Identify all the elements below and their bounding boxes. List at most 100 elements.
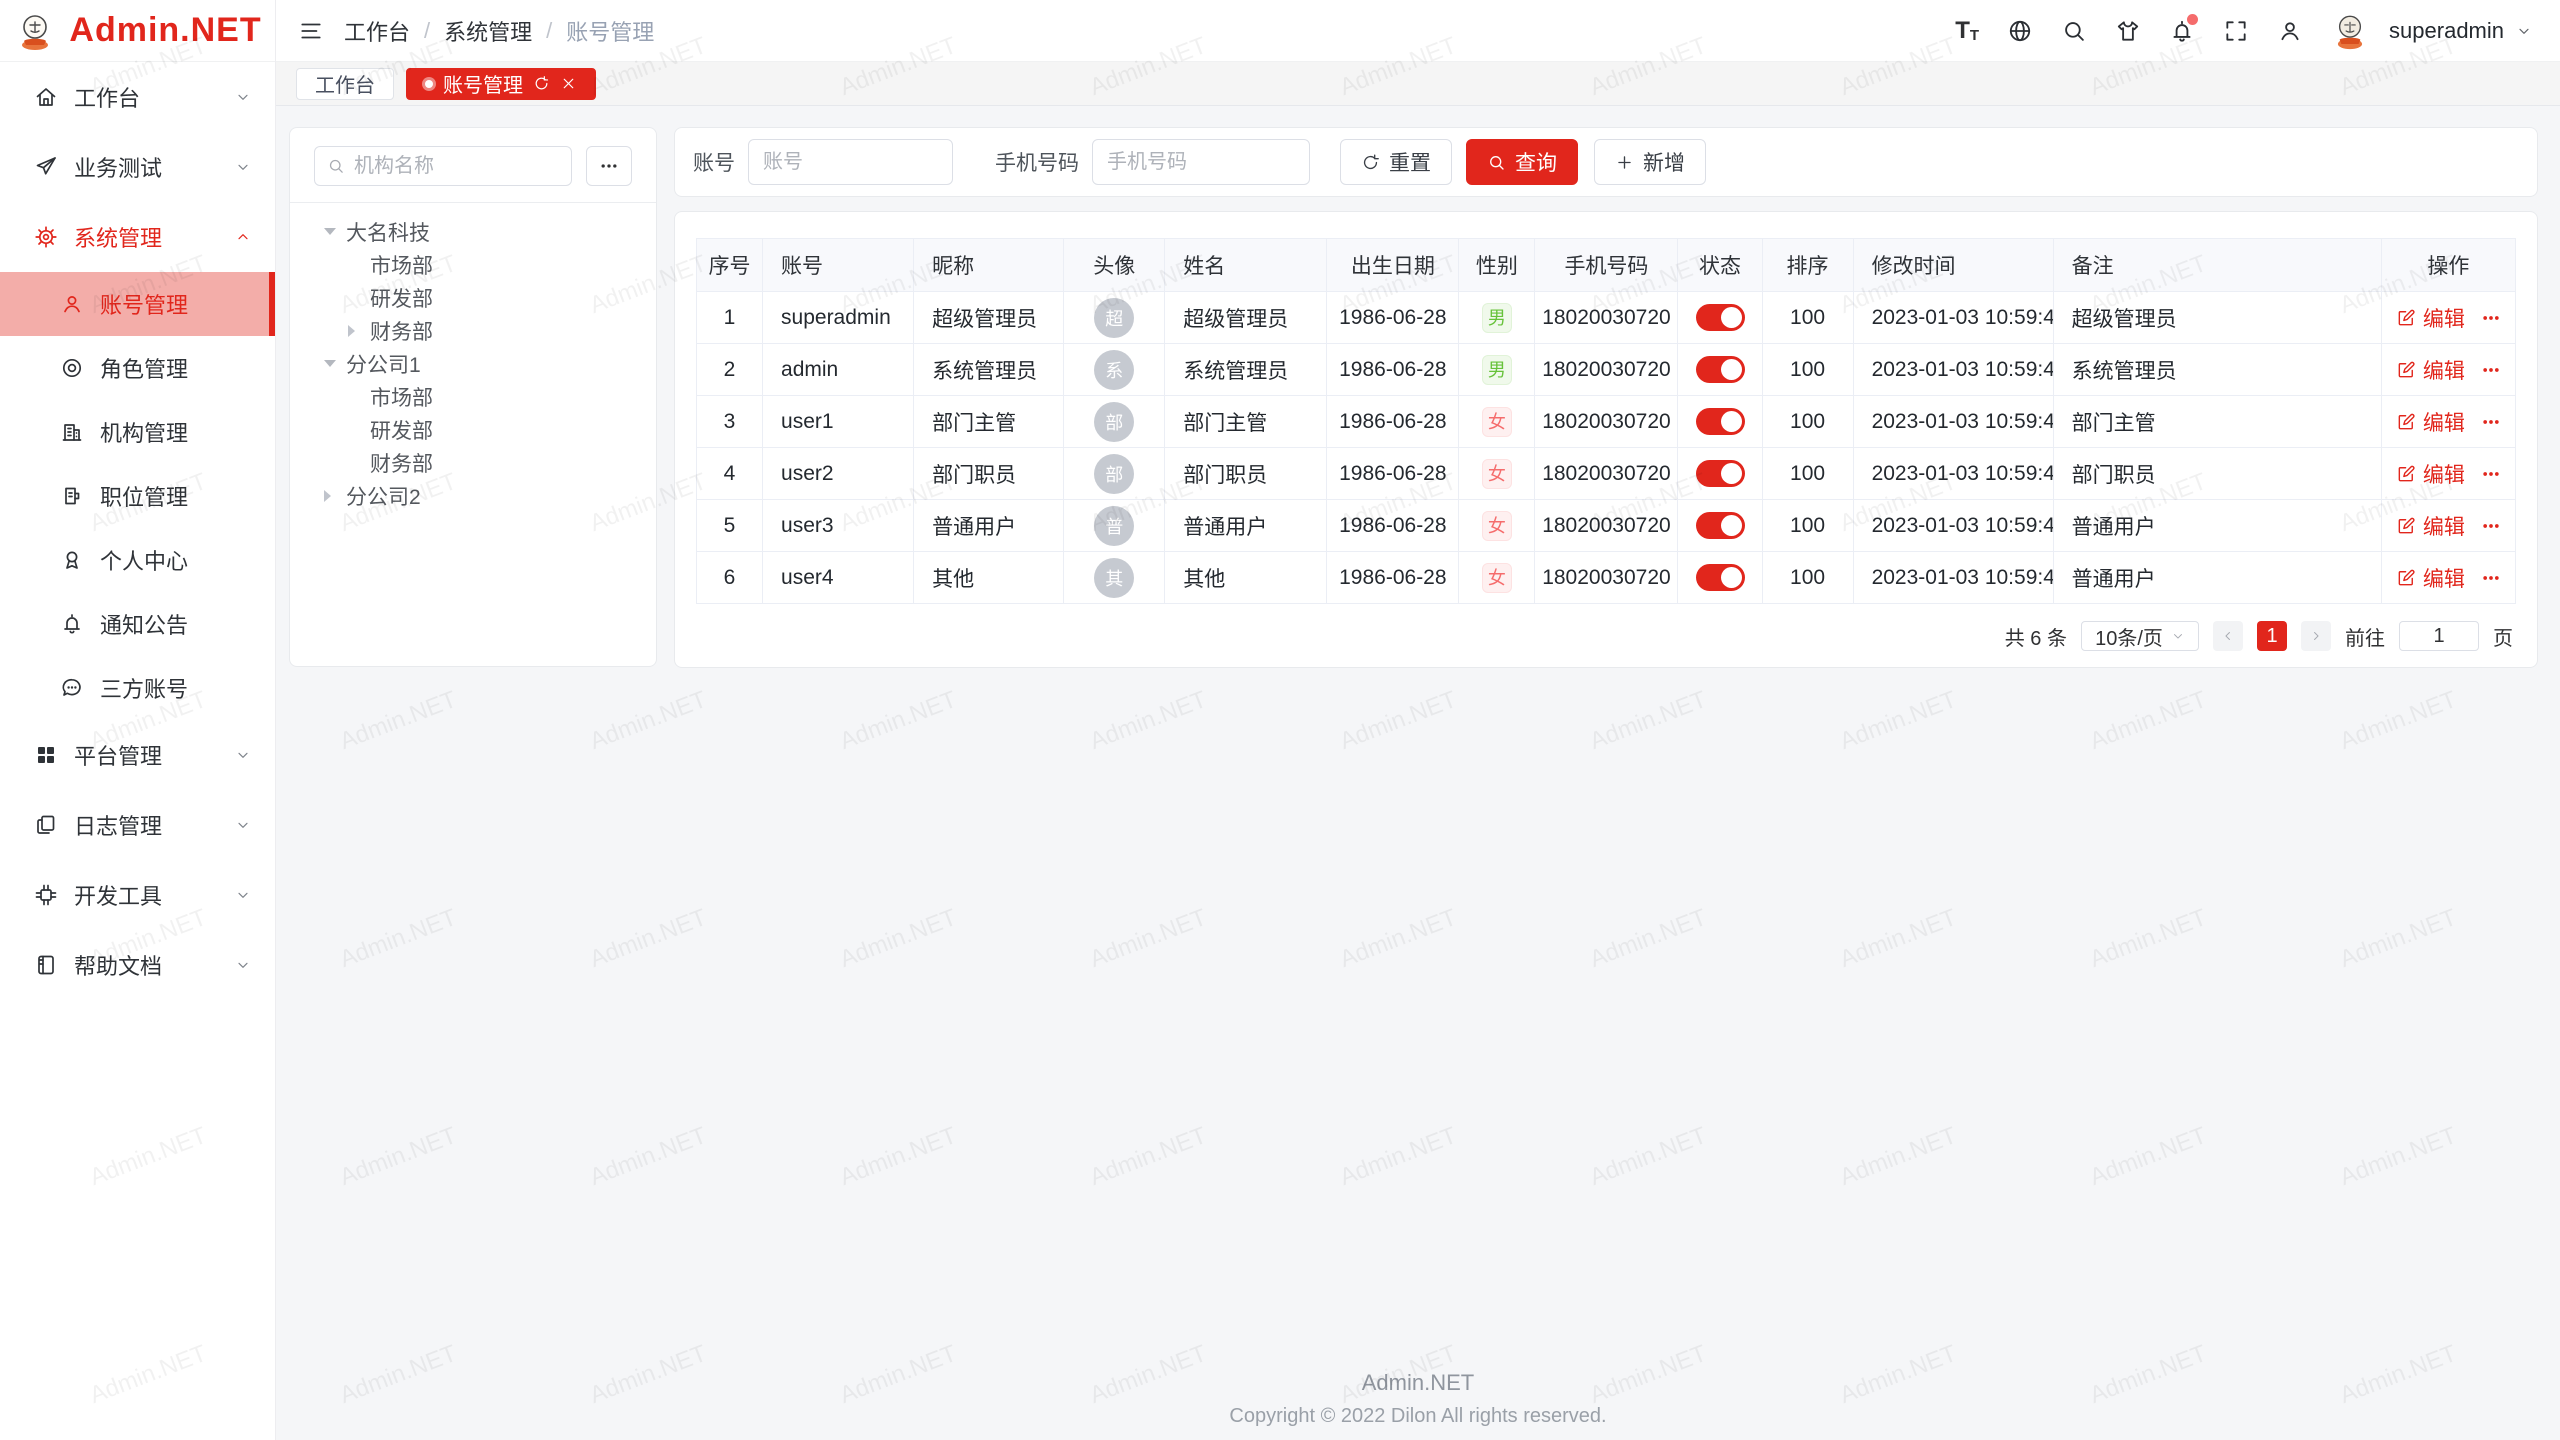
username[interactable]: superadmin <box>2389 18 2504 44</box>
chevron-up-icon <box>235 229 251 245</box>
logo[interactable]: Admin.NET <box>0 0 275 62</box>
tree-node[interactable]: 市场部 <box>314 248 632 281</box>
sidebar-item-notice[interactable]: 通知公告 <box>0 592 275 656</box>
sidebar-item-system-mgmt[interactable]: 系统管理 <box>0 202 275 272</box>
sidebar-item-business-test[interactable]: 业务测试 <box>0 132 275 202</box>
sidebar-item-position-mgmt[interactable]: 职位管理 <box>0 464 275 528</box>
tab-workbench[interactable]: 工作台 <box>296 68 394 100</box>
status-toggle[interactable] <box>1696 564 1745 591</box>
search-icon[interactable] <box>2061 18 2087 44</box>
column-header: 昵称 <box>914 239 1064 292</box>
prev-page-button[interactable] <box>2213 621 2243 651</box>
sidebar-item-org-mgmt[interactable]: 机构管理 <box>0 400 275 464</box>
status-toggle[interactable] <box>1696 304 1745 331</box>
edit-button[interactable]: 编辑 <box>2396 563 2465 593</box>
edit-button[interactable]: 编辑 <box>2396 355 2465 385</box>
notification-bell-icon[interactable] <box>2169 18 2195 44</box>
theme-shirt-icon[interactable] <box>2115 18 2141 44</box>
bell-icon <box>60 612 84 636</box>
org-search-input[interactable] <box>354 155 559 178</box>
edit-button[interactable]: 编辑 <box>2396 303 2465 333</box>
chevron-down-icon <box>235 957 251 973</box>
caret-right-icon[interactable] <box>348 325 370 337</box>
row-more-button[interactable] <box>2481 308 2501 328</box>
chevron-down-icon[interactable] <box>2516 23 2532 39</box>
chevron-down-icon <box>235 159 251 175</box>
tab-account-mgmt[interactable]: 账号管理 <box>406 68 596 100</box>
tree-node[interactable]: 财务部 <box>314 314 632 347</box>
topbar-actions: TT superadmin <box>1955 12 2532 50</box>
sidebar-menu: 工作台 业务测试 系统管理 账号管理 角色管理 机构管理 职位管理 <box>0 62 275 1000</box>
row-more-button[interactable] <box>2481 412 2501 432</box>
sidebar-item-help-docs[interactable]: 帮助文档 <box>0 930 275 1000</box>
edit-button[interactable]: 编辑 <box>2396 511 2465 541</box>
status-toggle[interactable] <box>1696 408 1745 435</box>
tree-node[interactable]: 大名科技 <box>314 215 632 248</box>
account-input[interactable] <box>748 139 953 185</box>
cell-birthday: 1986-06-28 <box>1327 448 1459 500</box>
sidebar-item-dev-tools[interactable]: 开发工具 <box>0 860 275 930</box>
sidebar-item-profile-center[interactable]: 个人中心 <box>0 528 275 592</box>
book-icon <box>34 953 58 977</box>
status-toggle[interactable] <box>1696 356 1745 383</box>
font-size-icon[interactable]: TT <box>1955 19 1979 43</box>
edit-button[interactable]: 编辑 <box>2396 459 2465 489</box>
cell-phone: 18020030720 <box>1535 396 1678 448</box>
caret-down-icon[interactable] <box>324 228 346 235</box>
sidebar-item-role-mgmt[interactable]: 角色管理 <box>0 336 275 400</box>
caret-down-icon[interactable] <box>324 360 346 367</box>
tree-node[interactable]: 财务部 <box>314 446 632 479</box>
breadcrumb-item[interactable]: 系统管理 <box>444 15 532 47</box>
phone-input[interactable] <box>1092 139 1310 185</box>
current-page-button[interactable]: 1 <box>2257 621 2287 651</box>
refresh-icon[interactable] <box>533 75 550 92</box>
menu-collapse-icon[interactable] <box>298 18 324 44</box>
page-size-select[interactable]: 10条/页 <box>2081 621 2199 651</box>
cell-phone: 18020030720 <box>1535 448 1678 500</box>
row-more-button[interactable] <box>2481 568 2501 588</box>
org-more-button[interactable] <box>586 146 632 186</box>
sidebar-item-log-mgmt[interactable]: 日志管理 <box>0 790 275 860</box>
row-more-button[interactable] <box>2481 360 2501 380</box>
cell-status <box>1678 552 1762 604</box>
breadcrumb-item[interactable]: 工作台 <box>344 15 410 47</box>
tree-node[interactable]: 分公司2 <box>314 479 632 512</box>
profile-icon[interactable] <box>2277 18 2303 44</box>
cell-remark: 普通用户 <box>2053 552 2381 604</box>
tree-node[interactable]: 研发部 <box>314 281 632 314</box>
account-label: 账号 <box>693 147 735 177</box>
avatar: 部 <box>1094 402 1134 442</box>
sidebar-item-account-mgmt[interactable]: 账号管理 <box>0 272 275 336</box>
more-dots-icon <box>2481 308 2501 328</box>
cell-nickname: 普通用户 <box>914 500 1064 552</box>
tree-node-label: 分公司1 <box>346 349 421 379</box>
logo-mascot-icon <box>13 9 57 53</box>
fullscreen-icon[interactable] <box>2223 18 2249 44</box>
sidebar-item-platform-mgmt[interactable]: 平台管理 <box>0 720 275 790</box>
table-row: 6user4其他其其他1986-06-28女180200307201002023… <box>697 552 2516 604</box>
tree-node[interactable]: 市场部 <box>314 380 632 413</box>
row-more-button[interactable] <box>2481 516 2501 536</box>
tree-node-label: 市场部 <box>370 382 433 412</box>
caret-right-icon[interactable] <box>324 490 346 502</box>
sidebar-item-workbench[interactable]: 工作台 <box>0 62 275 132</box>
add-button[interactable]: 新增 <box>1594 139 1706 185</box>
close-icon[interactable] <box>560 75 577 92</box>
cell-status <box>1678 448 1762 500</box>
status-toggle[interactable] <box>1696 460 1745 487</box>
tree-node[interactable]: 研发部 <box>314 413 632 446</box>
edit-button[interactable]: 编辑 <box>2396 407 2465 437</box>
query-button[interactable]: 查询 <box>1466 139 1578 185</box>
reset-button[interactable]: 重置 <box>1340 139 1452 185</box>
status-toggle[interactable] <box>1696 512 1745 539</box>
tree-node[interactable]: 分公司1 <box>314 347 632 380</box>
cell-gender: 女 <box>1459 448 1535 500</box>
filter-bar: 账号 手机号码 重置 查询 新增 <box>674 127 2538 197</box>
language-icon[interactable] <box>2007 18 2033 44</box>
row-more-button[interactable] <box>2481 464 2501 484</box>
goto-page-input[interactable] <box>2399 621 2479 651</box>
sidebar-item-third-account[interactable]: 三方账号 <box>0 656 275 720</box>
next-page-button[interactable] <box>2301 621 2331 651</box>
footer: Admin.NET Copyright © 2022 Dilon All rig… <box>276 1370 2560 1428</box>
user-avatar[interactable] <box>2331 12 2369 50</box>
